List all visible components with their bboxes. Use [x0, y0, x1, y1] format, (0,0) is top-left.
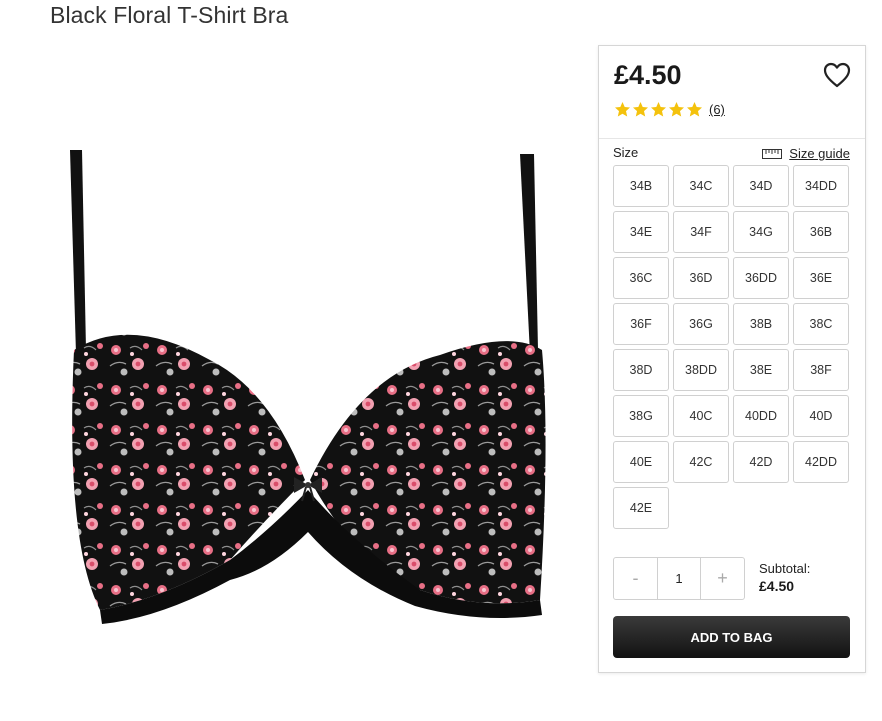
quantity-input[interactable]: 1 [657, 558, 701, 599]
price: £4.50 [614, 60, 682, 90]
star-icon [669, 102, 684, 117]
rating: (6) [614, 101, 725, 118]
size-option[interactable]: 36E [793, 257, 849, 299]
left-cup [72, 334, 305, 610]
review-count-link[interactable]: (6) [709, 102, 725, 117]
size-option[interactable]: 42DD [793, 441, 849, 483]
star-icon [615, 102, 630, 117]
size-label: Size [613, 145, 639, 160]
size-option[interactable]: 42D [733, 441, 789, 483]
size-option[interactable]: 38F [793, 349, 849, 391]
size-option[interactable]: 38E [733, 349, 789, 391]
decrease-quantity-button[interactable]: - [614, 558, 657, 599]
increase-quantity-button[interactable]: + [701, 558, 744, 599]
size-option[interactable]: 36D [673, 257, 729, 299]
size-option[interactable]: 34C [673, 165, 729, 207]
size-option[interactable]: 38B [733, 303, 789, 345]
size-option[interactable]: 40E [613, 441, 669, 483]
size-option[interactable]: 38G [613, 395, 669, 437]
product-title: Black Floral T-Shirt Bra [50, 2, 289, 28]
size-option[interactable]: 36DD [733, 257, 789, 299]
size-option[interactable]: 38DD [673, 349, 729, 391]
right-strap [520, 154, 538, 354]
subtotal-value: £4.50 [759, 578, 795, 594]
size-option[interactable]: 36B [793, 211, 849, 253]
size-option[interactable]: 42E [613, 487, 669, 529]
left-strap [70, 150, 86, 354]
size-option[interactable]: 34D [733, 165, 789, 207]
size-option[interactable]: 38C [793, 303, 849, 345]
size-guide-link[interactable]: Size guide [762, 146, 850, 161]
size-option[interactable]: 38D [613, 349, 669, 391]
ruler-icon [762, 148, 783, 159]
heart-outline-icon [823, 62, 851, 88]
star-icon [633, 102, 648, 117]
bra-illustration [70, 150, 546, 624]
size-options: 34B 34C 34D 34DD 34E 34F 34G 36B 36C 36D 36DD 36E 36… [613, 165, 853, 529]
quantity-stepper: - 1 + [613, 557, 745, 600]
size-option[interactable]: 34G [733, 211, 789, 253]
buy-box: £4.50 (6) Size Size guide 34B 34C 34D 34DD 3… [598, 45, 866, 673]
size-guide-label: Size guide [789, 146, 850, 161]
add-to-bag-button[interactable]: ADD TO BAG [613, 616, 850, 658]
size-option[interactable]: 34B [613, 165, 669, 207]
size-option[interactable]: 40D [793, 395, 849, 437]
divider [599, 138, 865, 139]
size-option[interactable]: 34E [613, 211, 669, 253]
size-option[interactable]: 34F [673, 211, 729, 253]
wishlist-button[interactable] [823, 62, 851, 88]
size-option[interactable]: 36G [673, 303, 729, 345]
star-rating [614, 101, 703, 118]
star-icon [651, 102, 666, 117]
size-option[interactable]: 36F [613, 303, 669, 345]
star-icon [687, 102, 702, 117]
size-option[interactable]: 40C [673, 395, 729, 437]
size-option[interactable]: 42C [673, 441, 729, 483]
product-image[interactable] [60, 140, 560, 630]
size-option[interactable]: 34DD [793, 165, 849, 207]
subtotal: Subtotal: £4.50 [759, 561, 810, 594]
size-option[interactable]: 36C [613, 257, 669, 299]
size-option[interactable]: 40DD [733, 395, 789, 437]
subtotal-label: Subtotal: [759, 561, 811, 576]
